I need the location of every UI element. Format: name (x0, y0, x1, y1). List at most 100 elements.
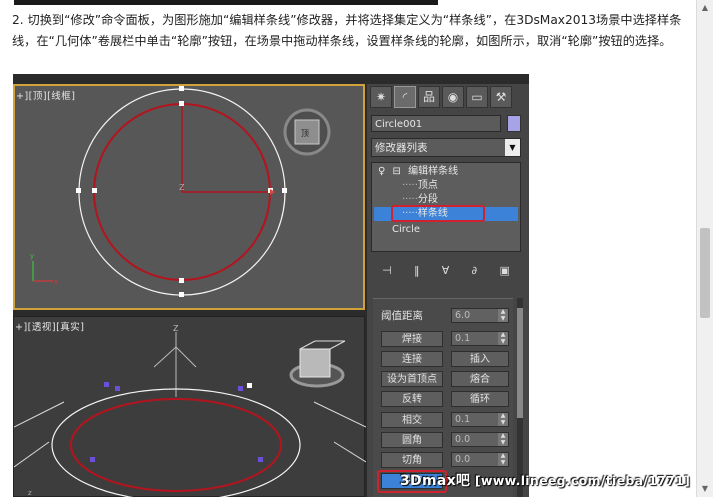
chevron-down-icon[interactable]: ▼ (505, 139, 520, 156)
vertex-top (179, 101, 184, 106)
spinner-arrows-icon[interactable]: ▲ ▼ (498, 308, 508, 322)
connect-button[interactable]: 连接 (381, 351, 443, 367)
hierarchy-tab-icon[interactable]: 品 (418, 86, 440, 108)
modifier-list-dropdown[interactable]: 修改器列表 ▼ (371, 138, 521, 157)
fillet-button[interactable]: 圆角 (381, 432, 443, 448)
vertex-marker (90, 457, 95, 462)
scroll-down-arrow-icon[interactable]: ▼ (697, 481, 713, 497)
scroll-up-arrow-icon[interactable]: ▲ (697, 0, 713, 16)
cross-insert-value: 0.1 (455, 414, 471, 425)
vertex-marker (238, 386, 243, 391)
threshold-label: 阈值距离 (381, 310, 423, 322)
page-scrollbar[interactable]: ▲ ▼ (696, 0, 713, 497)
stack-subitem-vertex-label: 顶点 (417, 180, 438, 191)
cross-insert-spinner[interactable]: 0.1 ▲ ▼ (451, 412, 509, 427)
svg-text:顶: 顶 (301, 129, 309, 138)
persp-viewcube-icon (299, 348, 331, 378)
grid-line (313, 401, 366, 428)
pin-stack-icon[interactable]: ⊣ (382, 264, 392, 282)
max-screenshot: Z 顶 y x +][顶][线框] Z z +][透视][真实] ✷ ◜ 品 ◉… (13, 74, 529, 497)
callout-box-spline (391, 205, 485, 222)
modify-tab-icon[interactable]: ◜ (394, 86, 416, 108)
stack-item-circle-label: Circle (392, 224, 421, 235)
vertex-marker (104, 382, 109, 387)
page-top-bar (14, 0, 438, 5)
watermark-url: [www.lineeg.com/tieba/1771] (474, 473, 691, 488)
insert-button[interactable]: 插入 (451, 351, 509, 367)
vertex-marker (115, 386, 120, 391)
fillet-value: 0.0 (455, 434, 471, 445)
vertex-top-outer (179, 86, 184, 91)
display-tab-icon[interactable]: ▭ (466, 86, 488, 108)
top-viewport-label[interactable]: +][顶][线框] (16, 88, 76, 102)
top-viewport-canvas: Z 顶 y x (30, 86, 331, 297)
create-tab-icon[interactable]: ✷ (370, 86, 392, 108)
remove-modifier-icon[interactable]: ∂ (472, 264, 478, 282)
configure-sets-icon[interactable]: ▣ (499, 264, 509, 282)
command-panel-scrollbar[interactable] (517, 298, 523, 497)
vertex-marker (258, 457, 263, 462)
cross-insert-button[interactable]: 相交 (381, 412, 443, 428)
watermark-brand: 3Dmax吧 (400, 473, 471, 489)
modifier-list-label: 修改器列表 (375, 142, 428, 154)
vertex-bottom (179, 278, 184, 283)
collapse-toggle-icon[interactable]: ⊟ (393, 166, 401, 177)
stack-subitem-segment-label: 分段 (417, 194, 438, 205)
grid-line (14, 441, 50, 468)
spinner-arrows-icon[interactable]: ▲ ▼ (498, 331, 508, 345)
object-name-field[interactable]: Circle001 (371, 115, 501, 132)
spinner-arrows-icon[interactable]: ▲ ▼ (498, 432, 508, 446)
object-color-swatch[interactable] (507, 115, 521, 132)
vertex-right (282, 188, 287, 193)
perspective-viewport-canvas: Z z (14, 324, 366, 497)
stack-item-edit-spline[interactable]: ♀ ⊟ 编辑样条线 (378, 165, 458, 179)
fillet-spinner[interactable]: 0.0 ▲ ▼ (451, 432, 509, 447)
vertex-marker (247, 383, 252, 388)
svg-text:z: z (28, 489, 32, 497)
watermark: 3Dmax吧 [www.lineeg.com/tieba/1771] (400, 470, 690, 490)
make-unique-icon[interactable]: ∀ (442, 264, 450, 282)
svg-text:Z: Z (173, 324, 179, 333)
perspective-viewport-label[interactable]: +][透视][真实] (15, 319, 85, 333)
weld-spinner[interactable]: 0.1 ▲ ▼ (451, 331, 509, 346)
lightbulb-icon[interactable]: ♀ (378, 166, 385, 177)
spline-ellipse-red (70, 398, 282, 492)
svg-text:Z: Z (179, 183, 185, 192)
reverse-button[interactable]: 反转 (381, 391, 443, 407)
stack-buttons: ⊣ ‖ ∀ ∂ ▣ (371, 264, 521, 282)
chamfer-button[interactable]: 切角 (381, 452, 443, 468)
cycle-button[interactable]: 循环 (451, 391, 509, 407)
perspective-viewport[interactable]: Z z +][透视][真实] (13, 316, 366, 497)
threshold-value: 6.0 (455, 310, 471, 321)
stack-item-edit-spline-label: 编辑样条线 (408, 166, 459, 177)
svg-text:y: y (30, 252, 34, 260)
top-viewport[interactable]: Z 顶 y x +][顶][线框] (13, 84, 365, 310)
vertex-bottom-outer (179, 292, 184, 297)
vertex-left (76, 188, 81, 193)
scrollbar-thumb[interactable] (700, 228, 710, 318)
tutorial-paragraph: 2. 切换到“修改”命令面板，为图形施加“编辑样条线”修改器，并将选择集定义为“… (12, 13, 682, 48)
chamfer-value: 0.0 (455, 454, 471, 465)
svg-text:x: x (54, 278, 58, 286)
stack-subitem-vertex[interactable]: ·····顶点 (402, 179, 438, 193)
stack-item-circle[interactable]: Circle (392, 223, 420, 237)
command-panel: ✷ ◜ 品 ◉ ▭ ⚒ Circle001 修改器列表 ▼ ♀ ⊟ 编辑样条线 … (367, 84, 529, 497)
weld-value: 0.1 (455, 333, 471, 344)
chamfer-spinner[interactable]: 0.0 ▲ ▼ (451, 452, 509, 467)
geometry-rollout: 阈值距离 6.0 ▲ ▼ 焊接 0.1 ▲ ▼ 连接 插入 设为首顶点 熔合 反转 … (373, 298, 513, 497)
spinner-arrows-icon[interactable]: ▲ ▼ (498, 412, 508, 426)
fuse-button[interactable]: 熔合 (451, 371, 509, 387)
weld-button[interactable]: 焊接 (381, 331, 443, 347)
motion-tab-icon[interactable]: ◉ (442, 86, 464, 108)
show-end-result-icon[interactable]: ‖ (414, 264, 420, 282)
grid-line (333, 441, 366, 463)
utilities-tab-icon[interactable]: ⚒ (490, 86, 512, 108)
spinner-arrows-icon[interactable]: ▲ ▼ (498, 452, 508, 466)
command-panel-scroll-thumb[interactable] (517, 308, 523, 418)
outline-ellipse-white (51, 388, 301, 497)
vertex-left-inner (92, 188, 97, 193)
command-panel-tabs: ✷ ◜ 品 ◉ ▭ ⚒ (367, 84, 529, 110)
make-first-button[interactable]: 设为首顶点 (381, 371, 443, 387)
threshold-spinner[interactable]: 6.0 ▲ ▼ (451, 308, 509, 323)
modifier-stack: ♀ ⊟ 编辑样条线 ·····顶点 ·····分段 ·····样条线 Circl… (371, 162, 521, 252)
